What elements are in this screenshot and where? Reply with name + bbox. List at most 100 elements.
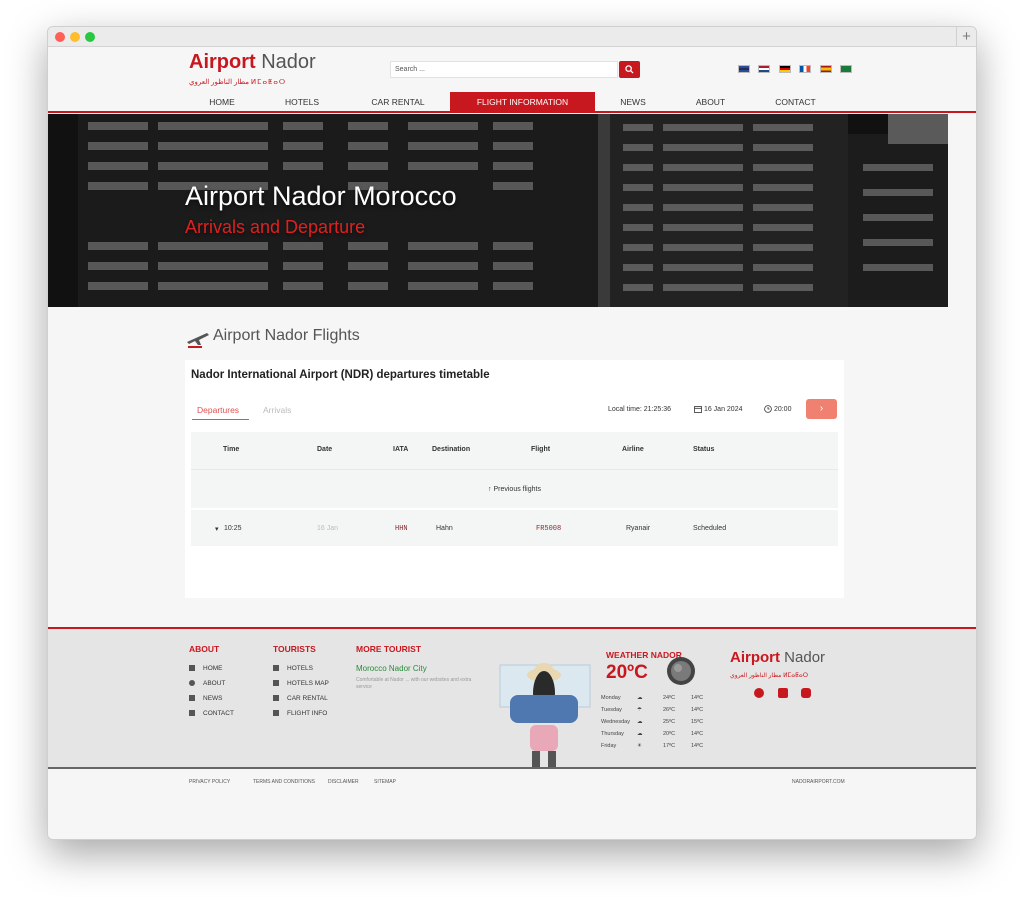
col-date: Date (317, 446, 333, 453)
es-flag-icon[interactable] (819, 65, 832, 73)
nl-flag-icon[interactable] (758, 65, 771, 73)
timetable-title: Nador International Airport (NDR) depart… (191, 369, 490, 381)
hero-title: Airport Nador Morocco (185, 181, 457, 211)
col-status: Status (693, 446, 715, 453)
cloud-icon: ☁ (637, 719, 643, 725)
clock-icon (764, 405, 772, 413)
traveler-image (499, 663, 591, 767)
footer-bottom-bar: PRIVACY POLICY TERMS AND CONDITIONS DISC… (48, 767, 976, 839)
airplane-icon (187, 333, 209, 348)
nav-hotels[interactable]: HOTELS (266, 92, 338, 113)
facebook-icon[interactable] (754, 688, 764, 698)
date-value: 16 Jan 2024 (703, 405, 743, 413)
footer-link-hotels-map[interactable]: HOTELS MAP (273, 680, 329, 687)
nav-home[interactable]: HOME (188, 92, 256, 113)
main-nav: HOME HOTELS CAR RENTAL FLIGHT INFORMATIO… (188, 92, 838, 113)
col-time: Time (223, 446, 240, 453)
de-flag-icon[interactable] (778, 65, 791, 73)
search-input[interactable]: Search ... (390, 61, 618, 78)
departure-board-image (48, 114, 948, 307)
sitemap-link[interactable]: SITEMAP (374, 779, 396, 785)
logo-arabic-text: مطار الناظور العروي ⵍⵎⴰⵟⴰⵔ (189, 79, 287, 86)
previous-flights-button[interactable]: ↑ Previous flights (191, 469, 838, 508)
hero-banner: Airport Nador Morocco Arrivals and Depar… (48, 114, 948, 307)
calendar-icon (694, 406, 702, 413)
nav-about[interactable]: ABOUT (678, 92, 743, 113)
home-icon (189, 665, 195, 672)
uk-flag-icon[interactable] (738, 65, 750, 73)
row-iata: HHN (395, 525, 408, 533)
date-picker[interactable]: 16 Jan 2024 (694, 405, 743, 413)
weather-row: Tuesday ☂ 26ºC 14ºC (601, 707, 704, 713)
window-titlebar: + (48, 27, 976, 47)
tab-departures[interactable]: Departures (197, 405, 239, 415)
footer-link-hotels[interactable]: HOTELS (273, 665, 313, 672)
col-destination: Destination (432, 446, 471, 453)
footer-more-text: Comfortable at Nador ... with our websit… (356, 677, 472, 690)
col-airline: Airline (622, 446, 644, 453)
fr-flag-icon[interactable] (799, 65, 812, 73)
nav-flight-information[interactable]: FLIGHT INFORMATION (450, 92, 595, 113)
browser-window: + Airport Nador مطار الناظور العروي ⵍⵎⴰⵟ… (47, 26, 977, 840)
weather-temperature: 20ºC (606, 662, 648, 683)
cloud-icon: ☁ (637, 695, 643, 701)
nav-contact[interactable]: CONTACT (753, 92, 838, 113)
minimize-window-button[interactable] (70, 32, 80, 42)
search-icon (625, 65, 634, 74)
footer-link-about[interactable]: ABOUT (189, 680, 225, 687)
row-flight: FR5008 (536, 525, 562, 533)
instagram-icon[interactable] (801, 688, 811, 698)
disclaimer-link[interactable]: DISCLAIMER (328, 779, 359, 785)
language-flags (738, 65, 856, 83)
flights-card: Nador International Airport (NDR) depart… (185, 360, 844, 598)
row-time: 10:25 (224, 525, 242, 532)
twitter-icon[interactable] (778, 688, 788, 698)
row-expand-icon[interactable]: ▾ (215, 525, 219, 533)
car-icon (273, 695, 279, 702)
arrow-up-icon: ↑ (488, 486, 492, 493)
airplane-icon (273, 710, 279, 717)
weather-moon-icon (667, 657, 695, 685)
footer-logo[interactable]: Airport Nador (730, 649, 825, 666)
row-destination: Hahn (436, 525, 453, 532)
site-footer: ABOUT HOME ABOUT NEWS CONTACT TOURISTS H… (48, 627, 976, 767)
rain-icon: ☂ (637, 707, 642, 713)
search-flights-button[interactable]: › (806, 399, 837, 419)
nav-news[interactable]: NEWS (598, 92, 668, 113)
logo-secondary-text: Nador (261, 51, 316, 73)
tab-arrivals[interactable]: Arrivals (263, 405, 291, 415)
site-header: Airport Nador مطار الناظور العروي ⵍⵎⴰⵟⴰⵔ… (48, 47, 976, 113)
time-picker[interactable]: 20:00 (764, 405, 791, 413)
footer-link-contact[interactable]: CONTACT (189, 710, 234, 717)
info-icon (189, 680, 195, 687)
footer-tourists-title: TOURISTS (273, 644, 316, 654)
search-button[interactable] (619, 61, 640, 78)
flights-section-title: Airport Nador Flights (213, 327, 360, 344)
hotel-icon (273, 665, 279, 672)
footer-more-link[interactable]: Morocco Nador City (356, 664, 427, 673)
news-icon (189, 695, 195, 702)
site-logo[interactable]: Airport Nador (189, 51, 316, 74)
footer-link-car-rental[interactable]: CAR RENTAL (273, 695, 328, 702)
footer-logo-arabic: مطار الناظور العروي ⵍⵎⴰⵟⴰⵔ (730, 673, 809, 679)
footer-link-flight-info[interactable]: FLIGHT INFO (273, 710, 327, 717)
logo-primary-text: Airport (189, 51, 256, 73)
col-iata: IATA (393, 446, 409, 453)
hero-subtitle: Arrivals and Departure (185, 217, 366, 237)
map-icon (273, 680, 279, 687)
new-tab-button[interactable]: + (956, 27, 976, 47)
terms-link[interactable]: TERMS AND CONDITIONS (253, 779, 315, 785)
time-value: 20:00 (773, 405, 792, 413)
footer-link-news[interactable]: NEWS (189, 695, 223, 702)
sa-flag-icon[interactable] (840, 65, 853, 73)
active-tab-underline (192, 419, 249, 420)
table-row[interactable]: ▾ 10:25 16 Jan HHN Hahn FR5008 Ryanair S… (191, 510, 838, 546)
local-time: Local time: 21:25:36 (608, 406, 672, 413)
privacy-policy-link[interactable]: PRIVACY POLICY (189, 779, 230, 785)
row-status: Scheduled (693, 525, 727, 532)
footer-about-title: ABOUT (189, 644, 220, 654)
maximize-window-button[interactable] (85, 32, 95, 42)
footer-link-home[interactable]: HOME (189, 665, 223, 672)
close-window-button[interactable] (55, 32, 65, 42)
nav-car-rental[interactable]: CAR RENTAL (348, 92, 448, 113)
